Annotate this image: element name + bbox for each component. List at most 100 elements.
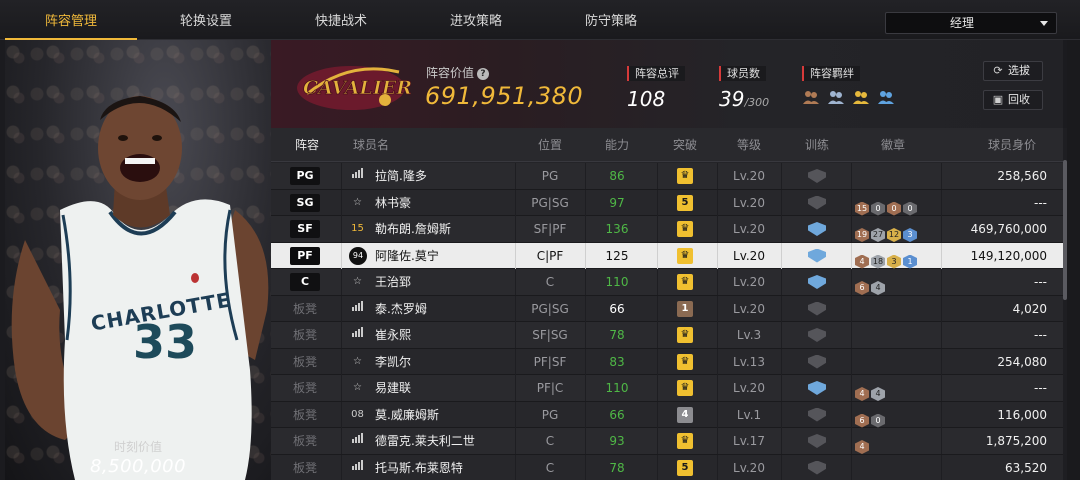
- tab-lineup-management[interactable]: 阵容管理: [5, 0, 137, 40]
- training-icon[interactable]: [808, 275, 826, 289]
- player-level: Lv.17: [733, 434, 765, 448]
- player-count: 39: [719, 87, 745, 111]
- col-lineup[interactable]: 阵容: [289, 128, 325, 162]
- column-divider: [585, 295, 586, 322]
- lineup-slot-badge[interactable]: SF: [290, 220, 320, 238]
- player-level: Lv.20: [733, 169, 765, 183]
- bond-icon-1[interactable]: [802, 89, 820, 109]
- player-name[interactable]: 拉简.隆多: [375, 163, 427, 189]
- tab-offense-strategy[interactable]: 进攻策略: [410, 0, 542, 40]
- select-button-label: 选拔: [1008, 64, 1030, 77]
- column-divider: [941, 401, 942, 428]
- training-icon[interactable]: [808, 301, 826, 316]
- training-icon[interactable]: [808, 354, 826, 369]
- bond-icon-3[interactable]: [852, 89, 870, 109]
- help-icon[interactable]: ?: [477, 68, 490, 80]
- column-divider: [657, 454, 658, 480]
- training-icon[interactable]: [808, 434, 826, 448]
- player-name[interactable]: 林书豪: [375, 190, 411, 216]
- training-icon[interactable]: [808, 169, 826, 183]
- badge-medals[interactable]: 44: [855, 381, 887, 401]
- col-player-name[interactable]: 球员名: [351, 128, 391, 162]
- recycle-button[interactable]: ▣ 回收: [983, 90, 1043, 110]
- roster-row[interactable]: PF 94 阿隆佐.莫宁 C|PF 125 ♛ Lv.20 4 18 3 1 149,120,000: [271, 242, 1063, 269]
- tab-rotation-settings[interactable]: 轮换设置: [140, 0, 272, 40]
- player-name[interactable]: 阿隆佐.莫宁: [375, 243, 439, 269]
- tab-defense-strategy[interactable]: 防守策略: [545, 0, 677, 40]
- col-level[interactable]: 等级: [723, 128, 775, 162]
- select-button[interactable]: ⟳ 选拔: [983, 61, 1043, 81]
- badge-medals[interactable]: 4: [855, 434, 871, 454]
- player-name[interactable]: 德雷克.莱夫利二世: [375, 428, 475, 454]
- roster-row[interactable]: 板凳 德雷克.莱夫利二世 C 93 ♛ Lv.17 4 1,875,200: [271, 428, 1063, 455]
- training-icon[interactable]: [808, 248, 826, 263]
- column-divider: [585, 242, 586, 269]
- lineup-slot-badge[interactable]: PG: [290, 167, 320, 185]
- training-icon[interactable]: [808, 195, 826, 210]
- roster-row[interactable]: 板凳 08 莫.威廉姆斯 PG 66 4 Lv.1 6 0 116,000: [271, 401, 1063, 428]
- player-portrait-card[interactable]: CHARLOTTE 33 时刻价值 8,500,000: [5, 40, 271, 480]
- badge-medals[interactable]: 15 0 0 0: [855, 196, 919, 216]
- training-icon[interactable]: [808, 407, 826, 422]
- col-breakthrough[interactable]: 突破: [659, 128, 711, 162]
- player-name[interactable]: 王治郅: [375, 269, 411, 295]
- player-name[interactable]: 李凯尔: [375, 349, 411, 375]
- badge-medal-icon: 12: [887, 228, 901, 242]
- col-overall[interactable]: 能力: [591, 128, 643, 162]
- training-icon[interactable]: [808, 222, 826, 236]
- training-icon[interactable]: [808, 460, 826, 475]
- player-name[interactable]: 勒布朗.詹姆斯: [375, 216, 451, 242]
- training-icon[interactable]: [808, 328, 826, 342]
- badge-medals[interactable]: 60: [855, 408, 887, 428]
- col-badges[interactable]: 徽章: [867, 128, 919, 162]
- roster-row[interactable]: SF 15 勒布朗.詹姆斯 SF|PF 136 ♛ Lv.20 19 27 12 3 469,760,…: [271, 216, 1063, 243]
- player-name[interactable]: 莫.威廉姆斯: [375, 402, 439, 428]
- caret-down-icon: [1040, 21, 1048, 26]
- roster-row[interactable]: 板凳 ☆ 李凯尔 PF|SF 83 ♛ Lv.13 254,080: [271, 348, 1063, 375]
- badge-medals[interactable]: 64: [855, 275, 887, 295]
- lineup-slot-badge[interactable]: C: [290, 273, 320, 291]
- training-icon[interactable]: [808, 381, 826, 395]
- col-player-value[interactable]: 球员身价: [977, 128, 1047, 162]
- bond-icon-4[interactable]: [877, 89, 895, 109]
- lineup-slot-badge[interactable]: PF: [290, 246, 320, 265]
- player-value: ---: [1034, 381, 1047, 395]
- badge-medals[interactable]: 19 27 12 3: [855, 222, 919, 242]
- player-position: C: [545, 275, 555, 289]
- player-level: Lv.1: [736, 407, 762, 422]
- column-divider: [585, 428, 586, 454]
- roster-table: 阵容 球员名 位置 能力 突破 等级 训练 徽章 球员身价 PG 拉简.隆多 PG 8…: [271, 128, 1063, 480]
- roster-row[interactable]: SG ☆ 林书豪 PG|SG 97 5 Lv.20 15 0 0 0 ---: [271, 189, 1063, 216]
- roster-row[interactable]: 板凳 托马斯.布莱恩特 C 78 5 Lv.20 63,520: [271, 454, 1063, 480]
- column-divider: [341, 216, 342, 242]
- player-value: 4,020: [1012, 301, 1047, 316]
- column-divider: [781, 322, 782, 348]
- col-position[interactable]: 位置: [515, 128, 585, 162]
- player-name[interactable]: 泰.杰罗姆: [375, 296, 427, 322]
- player-level: Lv.13: [733, 354, 765, 369]
- column-divider: [717, 454, 718, 480]
- badge-medals[interactable]: 4 18 3 1: [855, 249, 919, 269]
- column-divider: [657, 375, 658, 401]
- column-divider: [851, 163, 852, 189]
- player-count-label: 球员数: [719, 66, 766, 81]
- roster-row[interactable]: 板凳 崔永熙 SF|SG 78 ♛ Lv.3 ---: [271, 322, 1063, 349]
- column-divider: [657, 216, 658, 242]
- roster-row[interactable]: C ☆ 王治郅 C 110 ♛ Lv.20 6 4 ---: [271, 269, 1063, 296]
- bond-icon-2[interactable]: [827, 89, 845, 109]
- player-name[interactable]: 易建联: [375, 375, 411, 401]
- column-divider: [657, 163, 658, 189]
- column-divider: [941, 163, 942, 189]
- lineup-slot-badge[interactable]: SG: [290, 193, 320, 212]
- player-portrait: [11, 96, 269, 480]
- tab-quick-tactics[interactable]: 快捷战术: [275, 0, 407, 40]
- column-divider: [341, 454, 342, 480]
- roster-row[interactable]: 板凳 泰.杰罗姆 PG|SG 66 1 Lv.20 4,020: [271, 295, 1063, 322]
- roster-row[interactable]: 板凳 ☆ 易建联 PF|C 110 ♛ Lv.20 4 4 ---: [271, 375, 1063, 402]
- player-count-block: 球员数 39/300: [719, 62, 769, 111]
- player-name[interactable]: 托马斯.布莱恩特: [375, 455, 463, 480]
- player-name[interactable]: 崔永熙: [375, 322, 411, 348]
- col-training[interactable]: 训练: [791, 128, 843, 162]
- roster-row[interactable]: PG 拉简.隆多 PG 86 ♛ Lv.20 258,560: [271, 163, 1063, 190]
- role-dropdown[interactable]: 经理: [885, 12, 1057, 34]
